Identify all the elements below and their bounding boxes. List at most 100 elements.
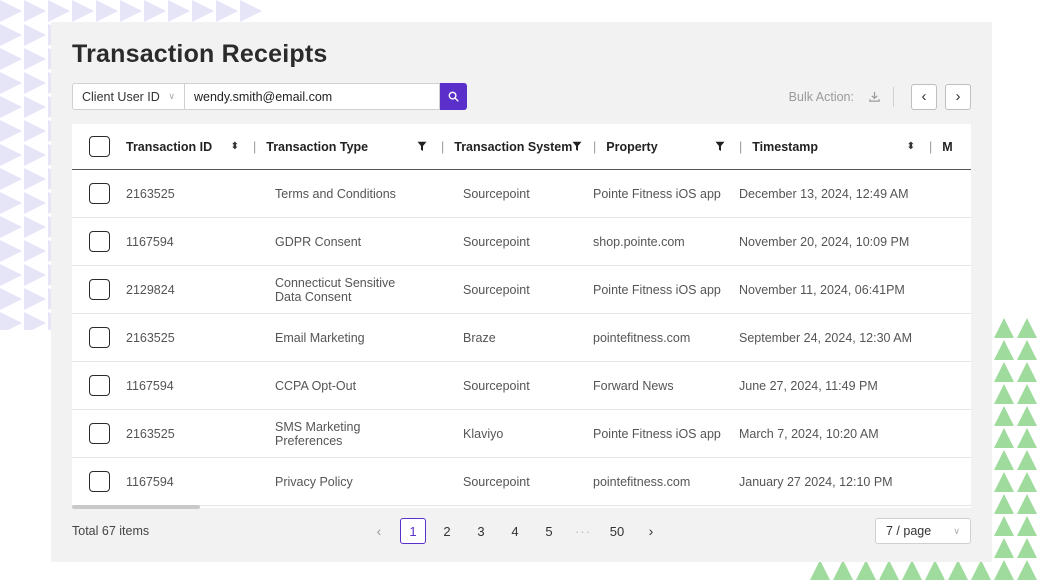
cell-timestamp: December 13, 2024, 12:49 AM bbox=[739, 186, 909, 201]
row-checkbox[interactable] bbox=[88, 183, 110, 204]
table-row[interactable]: 1167594 GDPR Consent Sourcepoint shop.point… bbox=[72, 218, 971, 266]
cell-transaction-id: 2163525 bbox=[126, 186, 175, 201]
page-last-button[interactable]: 50 bbox=[604, 518, 630, 544]
sort-icon[interactable]: ⬍ bbox=[231, 141, 239, 152]
column-divider: | bbox=[929, 139, 933, 154]
column-header-timestamp[interactable]: Timestamp bbox=[752, 140, 818, 154]
filter-icon[interactable] bbox=[715, 141, 725, 152]
table-row[interactable]: 2163525 Email Marketing Braze pointefitness… bbox=[72, 314, 971, 362]
page-ellipsis[interactable]: ··· bbox=[570, 518, 596, 544]
table-row[interactable]: 2129824 Connecticut Sensitive Data Consen… bbox=[72, 266, 971, 314]
next-page-button[interactable]: › bbox=[638, 518, 664, 544]
cell-timestamp: November 20, 2024, 10:09 PM bbox=[739, 234, 910, 249]
search-input[interactable] bbox=[184, 83, 440, 110]
horizontal-scrollbar[interactable] bbox=[72, 505, 200, 509]
row-checkbox[interactable] bbox=[88, 327, 110, 348]
transactions-panel: Transaction Receipts Client User ID ∨ Bu… bbox=[51, 22, 992, 562]
column-header-property: Property bbox=[606, 139, 658, 154]
page-size-label: 7 / page bbox=[886, 524, 932, 538]
cell-property: pointefitness.com bbox=[593, 474, 691, 489]
cell-timestamp: March 7, 2024, 10:20 AM bbox=[739, 426, 879, 441]
chevron-right-icon: › bbox=[648, 523, 654, 539]
search-field-label: Client User ID bbox=[82, 89, 160, 104]
table-row[interactable]: 1167594 CCPA Opt-Out Sourcepoint Forward Ne… bbox=[72, 362, 971, 410]
cell-transaction-id: 2163525 bbox=[126, 330, 175, 345]
page-5-button[interactable]: 5 bbox=[536, 518, 562, 544]
column-divider: | bbox=[593, 139, 597, 154]
sort-icon[interactable]: ⬍ bbox=[907, 141, 915, 152]
cell-transaction-system: Sourcepoint bbox=[463, 474, 530, 489]
cell-property: pointefitness.com bbox=[593, 330, 691, 345]
scroll-right-button[interactable]: › bbox=[945, 83, 971, 110]
row-checkbox[interactable] bbox=[88, 375, 110, 396]
cell-property: shop.pointe.com bbox=[593, 234, 685, 249]
chevron-right-icon: › bbox=[955, 88, 961, 105]
table-body: 2163525 Terms and Conditions Sourcepoint Po… bbox=[72, 170, 971, 506]
page-1-button[interactable]: 1 bbox=[400, 518, 426, 544]
column-header-transaction-type: Transaction Type bbox=[266, 139, 369, 154]
cell-transaction-id: 2129824 bbox=[126, 282, 175, 297]
chevron-down-icon: ∨ bbox=[168, 91, 175, 101]
cell-transaction-type: SMS Marketing Preferences bbox=[275, 419, 361, 448]
divider bbox=[893, 86, 894, 107]
table-header: Transaction ID ⬍ | Transaction Type | Trans… bbox=[72, 124, 971, 170]
bulk-actions: Bulk Action: ‹ › bbox=[789, 83, 971, 110]
cell-transaction-id: 1167594 bbox=[126, 474, 174, 489]
row-checkbox[interactable] bbox=[88, 471, 110, 492]
scroll-left-button[interactable]: ‹ bbox=[911, 83, 937, 110]
cell-timestamp: November 11, 2024, 06:41PM bbox=[739, 282, 905, 297]
cell-transaction-type: Terms and Conditions bbox=[275, 186, 396, 201]
table-row[interactable]: 2163525 Terms and Conditions Sourcepoint Po… bbox=[72, 170, 971, 218]
cell-transaction-system: Braze bbox=[463, 330, 496, 345]
chevron-left-icon: ‹ bbox=[921, 88, 927, 105]
page-size-select[interactable]: 7 / page ∨ bbox=[875, 518, 971, 544]
cell-property: Pointe Fitness iOS app bbox=[593, 186, 721, 201]
cell-transaction-id: 1167594 bbox=[126, 378, 174, 393]
table-row[interactable]: 1167594 Privacy Policy Sourcepoint pointefi… bbox=[72, 458, 971, 506]
pagination: ‹ 1 2 3 4 5 ··· 50 › bbox=[366, 518, 672, 544]
cell-transaction-id: 1167594 bbox=[126, 234, 174, 249]
cell-transaction-system: Sourcepoint bbox=[463, 378, 530, 393]
bulk-action-label: Bulk Action: bbox=[788, 89, 854, 104]
search-button[interactable] bbox=[440, 83, 467, 110]
cell-transaction-id: 2163525 bbox=[126, 426, 175, 441]
table-row[interactable]: 2163525 SMS Marketing Preferences Klaviyo P… bbox=[72, 410, 971, 458]
row-checkbox[interactable] bbox=[88, 423, 110, 444]
search-field-select[interactable]: Client User ID ∨ bbox=[72, 83, 184, 110]
column-header-transaction-system: Transaction System bbox=[454, 139, 573, 154]
page-4-button[interactable]: 4 bbox=[502, 518, 528, 544]
chevron-left-icon: ‹ bbox=[376, 523, 382, 539]
cell-timestamp: September 24, 2024, 12:30 AM bbox=[739, 330, 913, 345]
column-divider: | bbox=[253, 139, 257, 154]
page-2-button[interactable]: 2 bbox=[434, 518, 460, 544]
cell-property: Forward News bbox=[593, 378, 674, 393]
prev-page-button[interactable]: ‹ bbox=[366, 518, 392, 544]
cell-timestamp: June 27, 2024, 11:49 PM bbox=[739, 378, 878, 393]
page-3-button[interactable]: 3 bbox=[468, 518, 494, 544]
column-header-transaction-id[interactable]: Transaction ID bbox=[126, 140, 212, 154]
bulk-download-button[interactable] bbox=[868, 90, 881, 103]
cell-transaction-type: Email Marketing bbox=[275, 330, 365, 345]
total-items: Total 67 items bbox=[72, 524, 150, 538]
filter-icon[interactable] bbox=[417, 141, 427, 152]
select-all-checkbox[interactable] bbox=[88, 136, 110, 157]
cell-transaction-type: Connecticut Sensitive Data Consent bbox=[275, 275, 396, 304]
column-divider: | bbox=[441, 139, 445, 154]
page-title: Transaction Receipts bbox=[72, 40, 328, 68]
transactions-table: Transaction ID ⬍ | Transaction Type | Trans… bbox=[72, 124, 971, 508]
chevron-down-icon: ∨ bbox=[953, 525, 960, 536]
cell-property: Pointe Fitness iOS app bbox=[593, 282, 721, 297]
search-group: Client User ID ∨ bbox=[72, 83, 467, 110]
cell-transaction-system: Sourcepoint bbox=[463, 282, 530, 297]
row-checkbox[interactable] bbox=[88, 231, 110, 252]
download-icon bbox=[869, 91, 880, 102]
cell-transaction-system: Klaviyo bbox=[463, 426, 504, 441]
row-checkbox[interactable] bbox=[88, 279, 110, 300]
filter-icon[interactable] bbox=[572, 141, 582, 152]
cell-transaction-system: Sourcepoint bbox=[463, 186, 530, 201]
column-header-truncated: M bbox=[942, 139, 953, 154]
cell-transaction-type: Privacy Policy bbox=[275, 474, 353, 489]
cell-transaction-type: CCPA Opt-Out bbox=[275, 378, 357, 393]
cell-transaction-type: GDPR Consent bbox=[275, 234, 362, 249]
search-icon bbox=[448, 91, 459, 102]
